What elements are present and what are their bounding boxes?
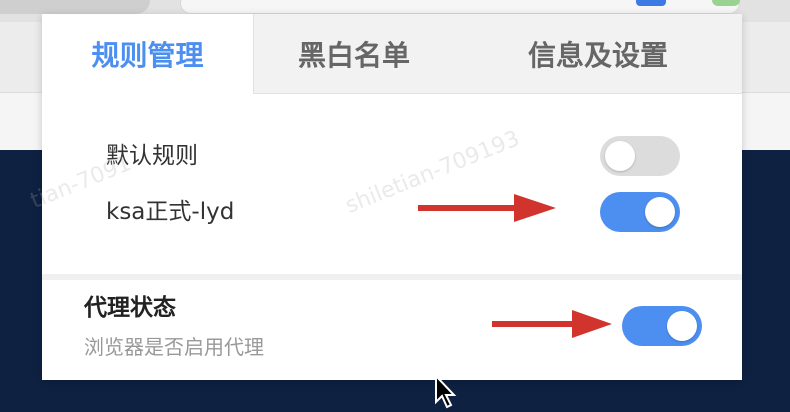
rule-label: ksa正式-lyd	[106, 199, 235, 225]
rule-toggle-ksa[interactable]	[600, 192, 680, 232]
toggle-knob	[605, 141, 635, 171]
proxy-description: 浏览器是否启用代理	[84, 335, 264, 359]
proxy-title: 代理状态	[84, 295, 176, 321]
tab-info-settings[interactable]: 信息及设置	[454, 14, 742, 94]
mouse-pointer-icon	[435, 374, 457, 409]
proxy-toggle[interactable]	[622, 306, 702, 346]
right-arrow-icon	[418, 194, 556, 222]
extension-icon[interactable]	[636, 0, 666, 6]
rule-row-default: 默认规则	[42, 134, 742, 178]
right-arrow-icon	[492, 310, 612, 338]
tab-bar: 规则管理 黑白名单 信息及设置	[42, 14, 742, 94]
toggle-knob	[645, 197, 675, 227]
profile-avatar-icon[interactable]	[712, 0, 740, 6]
tab-rule-management[interactable]: 规则管理	[42, 14, 254, 94]
rule-toggle-default[interactable]	[600, 136, 680, 176]
browser-tab[interactable]	[0, 0, 150, 14]
tab-blacklist-whitelist[interactable]: 黑白名单	[254, 14, 454, 94]
proxy-status-section: 代理状态 浏览器是否启用代理	[42, 280, 742, 380]
toggle-knob	[667, 311, 697, 341]
